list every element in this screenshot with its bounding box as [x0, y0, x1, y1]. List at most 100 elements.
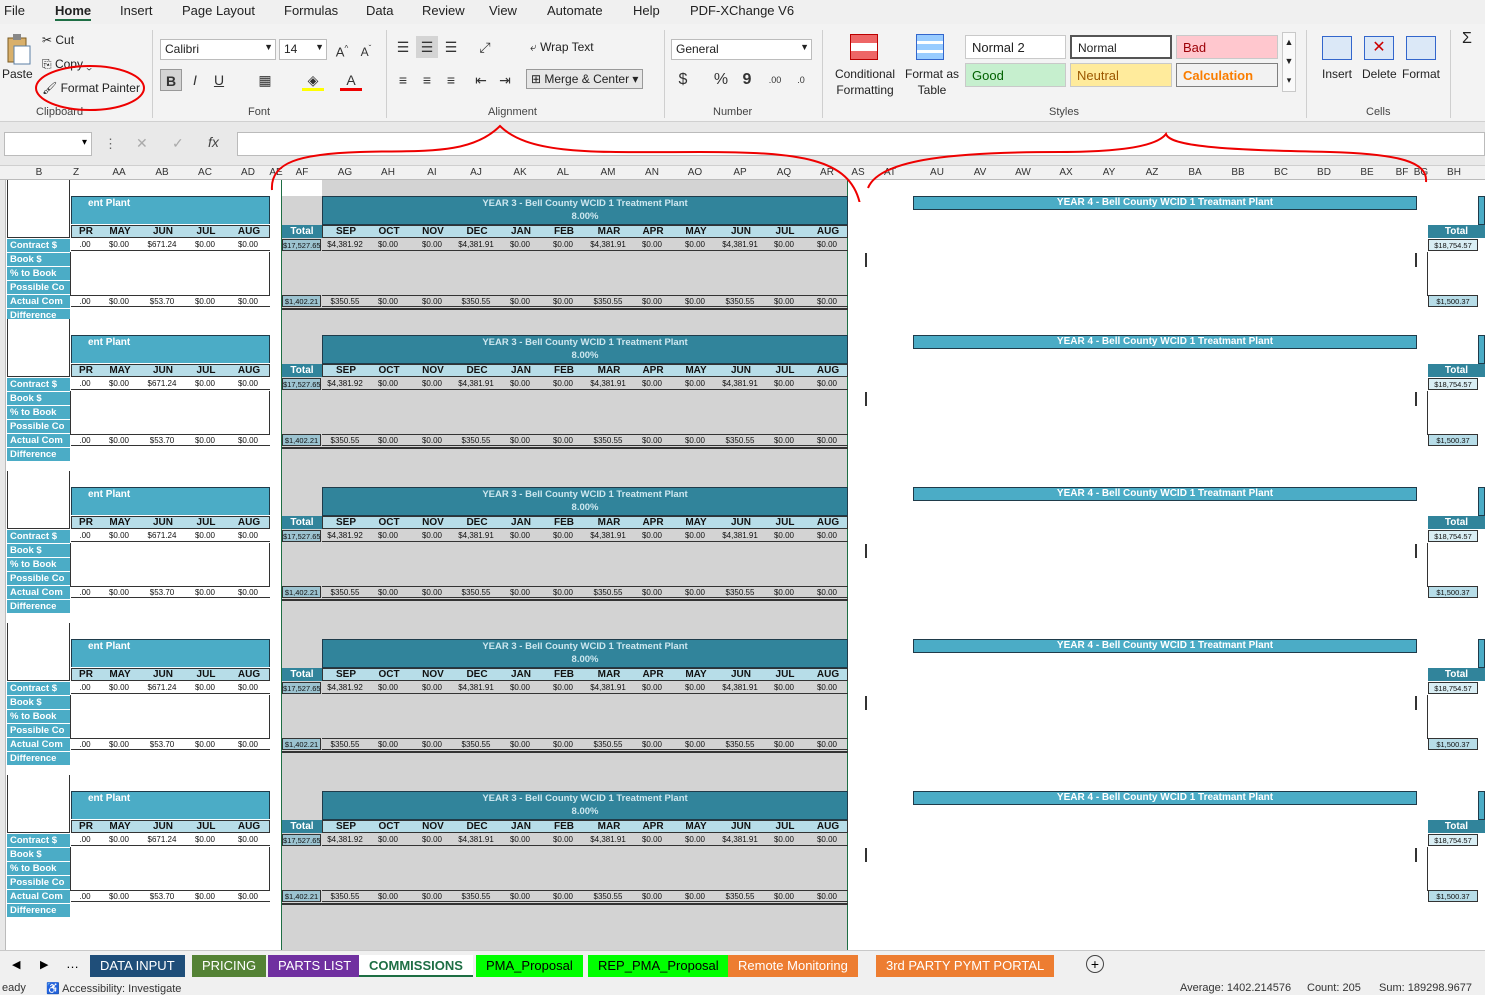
new-sheet-icon[interactable]: + [1086, 955, 1104, 973]
fx-icon[interactable]: fx [208, 134, 219, 150]
row-label-book-: Book $ [7, 392, 70, 405]
row-label-possible-co: Possible Co [7, 876, 70, 889]
more-tabs-icon[interactable]: … [66, 956, 79, 971]
column-header-ax[interactable]: AX [1046, 167, 1086, 178]
year3-contract-cell: $4,381.91 [458, 835, 494, 844]
menu-insert[interactable]: Insert [120, 3, 153, 18]
column-header-am[interactable]: AM [588, 167, 628, 178]
column-header-ah[interactable]: AH [368, 167, 408, 178]
sheet-tab-remote-monitoring[interactable]: Remote Monitoring [728, 955, 858, 977]
column-header-au[interactable]: AU [917, 167, 957, 178]
year4-total-box [1427, 543, 1478, 587]
sheet-tab-3rd-party-pymt-portal[interactable]: 3rd PARTY PYMT PORTAL [876, 955, 1055, 977]
left-actual-cell: $0.00 [194, 892, 216, 901]
left-contract-row: .00 $0.00 $671.24 $0.00 $0.00 [71, 530, 270, 542]
sheet-tab-data-input[interactable]: DATA INPUT [90, 955, 185, 977]
year3-actual-cell: $0.00 [816, 436, 838, 445]
column-header-bc[interactable]: BC [1261, 167, 1301, 178]
year3-month-feb: FEB [554, 669, 574, 680]
column-header-bd[interactable]: BD [1304, 167, 1344, 178]
column-header-aa[interactable]: AA [99, 167, 139, 178]
year3-months-row: SEP OCT NOV DEC JAN FEB MAR APR MAY JUN JUL AUG [322, 820, 848, 833]
menu-view[interactable]: View [489, 3, 517, 18]
column-header-ay[interactable]: AY [1089, 167, 1129, 178]
year4-total-topbar [1478, 487, 1485, 516]
menu-page-layout[interactable]: Page Layout [182, 3, 255, 18]
sheet-tab-commissions[interactable]: COMMISSIONS [359, 955, 473, 977]
year3-month-jun: JUN [730, 517, 751, 528]
year3-month-mar: MAR [597, 669, 621, 680]
column-header-ag[interactable]: AG [325, 167, 365, 178]
year3-actual-cell: $0.00 [509, 436, 531, 445]
menu-review[interactable]: Review [422, 3, 465, 18]
row-label-contract-: Contract $ [7, 682, 70, 695]
menu-file[interactable]: File [4, 3, 25, 18]
menu-formulas[interactable]: Formulas [284, 3, 338, 18]
year3-actual-cell: $0.00 [552, 297, 574, 306]
menu-automate[interactable]: Automate [547, 3, 603, 18]
left-contract-cell: $0.00 [108, 379, 130, 388]
left-contract-cell: $671.24 [147, 240, 177, 249]
column-header-bb[interactable]: BB [1218, 167, 1258, 178]
scroll-right-icon[interactable]: ▶ [40, 958, 48, 971]
year3-month-may: MAY [685, 821, 707, 832]
column-header-be[interactable]: BE [1347, 167, 1387, 178]
enter-icon[interactable]: ✓ [172, 135, 184, 152]
year3-contract-cell: $0.00 [641, 379, 663, 388]
year3-contract-cell: $0.00 [773, 683, 795, 692]
menu-data[interactable]: Data [366, 3, 393, 18]
left-box [70, 695, 270, 739]
left-actual-cell: $0.00 [237, 297, 259, 306]
column-header-ai[interactable]: AI [412, 167, 452, 178]
sheet-tab-rep-pma-proposal[interactable]: REP_PMA_Proposal [588, 955, 729, 977]
cancel-icon[interactable]: ✕ [136, 135, 148, 152]
column-header-ab[interactable]: AB [142, 167, 182, 178]
year3-month-aug: AUG [816, 669, 840, 680]
year3-month-nov: NOV [422, 517, 444, 528]
column-header-aw[interactable]: AW [1003, 167, 1043, 178]
year3-month-may: MAY [685, 517, 707, 528]
left-contract-cell: $0.00 [194, 835, 216, 844]
column-header-at[interactable]: AT [870, 167, 910, 178]
column-header-ap[interactable]: AP [720, 167, 760, 178]
menu-home[interactable]: Home [55, 3, 92, 21]
column-header-ba[interactable]: BA [1175, 167, 1215, 178]
column-header-af[interactable]: AF [282, 167, 322, 178]
year3-contract-cell: $4,381.91 [722, 835, 758, 844]
year3-actual-cell: $0.00 [377, 436, 399, 445]
left-month-aug: AUG [237, 669, 261, 680]
left-contract-cell: $0.00 [108, 835, 130, 844]
year3-actual-cell: $0.00 [509, 740, 531, 749]
worksheet-grid[interactable]: ent Plant PR MAY JUN JUL AUG .00 $0.00 $671.24 $0… [0, 180, 1485, 950]
column-header-b[interactable]: B [19, 167, 59, 178]
column-header-ac[interactable]: AC [185, 167, 225, 178]
left-contract-row: .00 $0.00 $671.24 $0.00 $0.00 [71, 834, 270, 846]
year3-actual-cell: $350.55 [725, 740, 755, 749]
year4-actual-total: $1,500.37 [1428, 434, 1478, 446]
scroll-left-icon[interactable]: ◀ [12, 958, 20, 971]
left-contract-cell: $671.24 [147, 531, 177, 540]
left-contract-cell: $0.00 [237, 683, 259, 692]
formula-input[interactable] [237, 132, 1485, 156]
column-header-aq[interactable]: AQ [764, 167, 804, 178]
column-header-ao[interactable]: AO [675, 167, 715, 178]
sheet-tab-parts-list[interactable]: PARTS LIST [268, 955, 362, 977]
year3-actual-cell: $0.00 [377, 588, 399, 597]
accessibility-status[interactable]: ♿ Accessibility: Investigate [46, 982, 181, 995]
column-header-aj[interactable]: AJ [456, 167, 496, 178]
column-header-an[interactable]: AN [632, 167, 672, 178]
sheet-tab-pma-proposal[interactable]: PMA_Proposal [476, 955, 583, 977]
column-header-al[interactable]: AL [543, 167, 583, 178]
year4-actual-total: $1,500.37 [1428, 295, 1478, 307]
column-header-av[interactable]: AV [960, 167, 1000, 178]
year3-contract-cell: $0.00 [773, 240, 795, 249]
sheet-tab-pricing[interactable]: PRICING [192, 955, 267, 977]
column-header-z[interactable]: Z [56, 167, 96, 178]
column-header-ak[interactable]: AK [500, 167, 540, 178]
year4-total-label: Total [1428, 225, 1485, 238]
name-box[interactable]: ▾ [4, 132, 92, 156]
column-header-bh[interactable]: BH [1434, 167, 1474, 178]
column-header-az[interactable]: AZ [1132, 167, 1172, 178]
menu-pdf-xchange-v6[interactable]: PDF-XChange V6 [690, 3, 794, 18]
menu-help[interactable]: Help [633, 3, 660, 18]
